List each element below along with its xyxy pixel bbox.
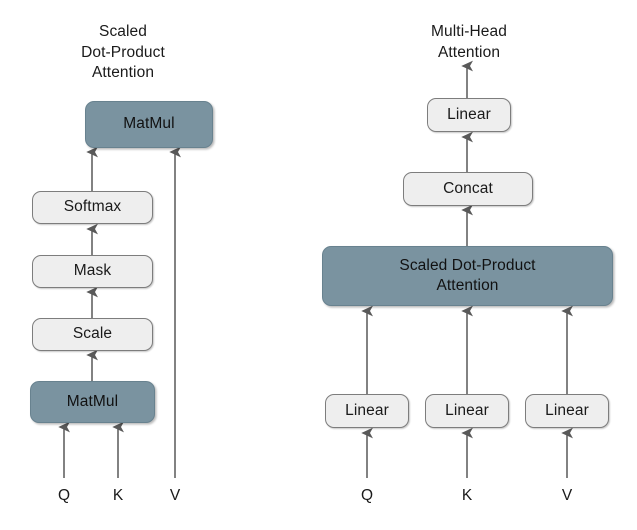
node-label: Mask: [73, 262, 112, 280]
node-label: Linear: [545, 401, 589, 419]
left-panel-title: Scaled Dot-Product Attention: [81, 23, 165, 81]
input-label-q-right: Q: [360, 487, 374, 504]
right-panel-title: Multi-Head Attention: [431, 23, 507, 61]
node-scale[interactable]: Scale: [32, 318, 153, 351]
node-label: Scale: [72, 325, 113, 343]
node-matmul-bottom[interactable]: MatMul: [30, 381, 155, 423]
node-label: MatMul: [66, 392, 119, 410]
node-linear-k[interactable]: Linear: [425, 394, 509, 428]
input-label-k-left: K: [112, 487, 124, 504]
input-label-v-right: V: [561, 487, 573, 504]
node-label: Linear: [345, 401, 389, 419]
input-label-k-right: K: [461, 487, 473, 504]
node-softmax[interactable]: Softmax: [32, 191, 153, 224]
node-mask[interactable]: Mask: [32, 255, 153, 288]
node-linear-q[interactable]: Linear: [325, 394, 409, 428]
node-label: Linear: [447, 105, 491, 123]
diagram-canvas: Scaled Dot-Product Attention MatMul Soft…: [0, 0, 637, 530]
node-linear-output[interactable]: Linear: [427, 98, 511, 132]
input-label-v-left: V: [169, 487, 181, 504]
node-label: Scaled Dot-Product Attention: [399, 256, 536, 295]
node-concat[interactable]: Concat: [403, 172, 533, 206]
node-label: MatMul: [123, 115, 175, 133]
node-label: Concat: [443, 179, 493, 197]
node-scaled-dot-product-attention[interactable]: Scaled Dot-Product Attention: [322, 246, 613, 306]
node-linear-v[interactable]: Linear: [525, 394, 609, 428]
node-label: Linear: [445, 401, 489, 419]
input-label-q-left: Q: [57, 487, 71, 504]
node-matmul-top[interactable]: MatMul: [85, 101, 213, 148]
node-label: Softmax: [63, 198, 122, 216]
